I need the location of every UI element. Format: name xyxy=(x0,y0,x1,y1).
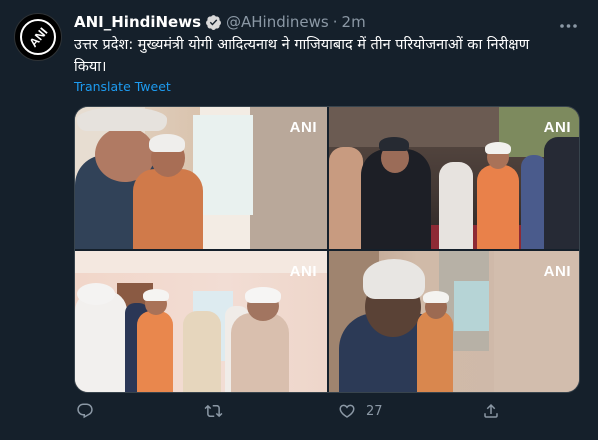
heart-icon xyxy=(339,404,355,418)
author-handle[interactable]: @AHindinews xyxy=(226,13,329,31)
tweet-header: ANI_HindiNews @AHindinews · 2m xyxy=(74,12,366,32)
media-grid: ANI ANI ANI ANI xyxy=(74,106,580,393)
tweet-actions: 27 xyxy=(74,402,544,426)
retweet-icon xyxy=(204,404,223,418)
reply-button[interactable] xyxy=(76,402,94,420)
ani-watermark: ANI xyxy=(289,119,317,136)
ani-logo-icon: ANI xyxy=(20,19,56,55)
photo-1[interactable]: ANI xyxy=(75,107,327,249)
tweet-text: उत्तर प्रदेश: मुख्यमंत्री योगी आदित्यनाथ… xyxy=(74,37,530,75)
translate-tweet-link[interactable]: Translate Tweet xyxy=(74,79,171,94)
ani-watermark: ANI xyxy=(289,263,317,280)
retweet-button[interactable] xyxy=(204,402,223,420)
share-button[interactable] xyxy=(482,402,500,420)
photo-2[interactable]: ANI xyxy=(329,107,579,249)
verified-badge-icon xyxy=(205,14,222,31)
tweet-timestamp[interactable]: 2m xyxy=(342,13,366,31)
photo-4[interactable]: ANI xyxy=(329,251,579,392)
share-icon xyxy=(484,403,498,418)
avatar[interactable]: ANI xyxy=(14,13,62,61)
like-count: 27 xyxy=(366,403,383,419)
author-name[interactable]: ANI_HindiNews xyxy=(74,13,201,31)
reply-icon xyxy=(77,403,93,419)
photo-3[interactable]: ANI xyxy=(75,251,327,392)
tweet[interactable]: ANI ANI_HindiNews @AHindinews · 2m उत्तर… xyxy=(0,0,598,440)
separator-dot: · xyxy=(332,13,338,31)
ani-watermark: ANI xyxy=(543,119,571,136)
more-icon[interactable] xyxy=(559,14,578,33)
svg-text:ANI: ANI xyxy=(26,25,50,50)
like-button[interactable]: 27 xyxy=(338,402,383,420)
ani-watermark: ANI xyxy=(543,263,571,280)
